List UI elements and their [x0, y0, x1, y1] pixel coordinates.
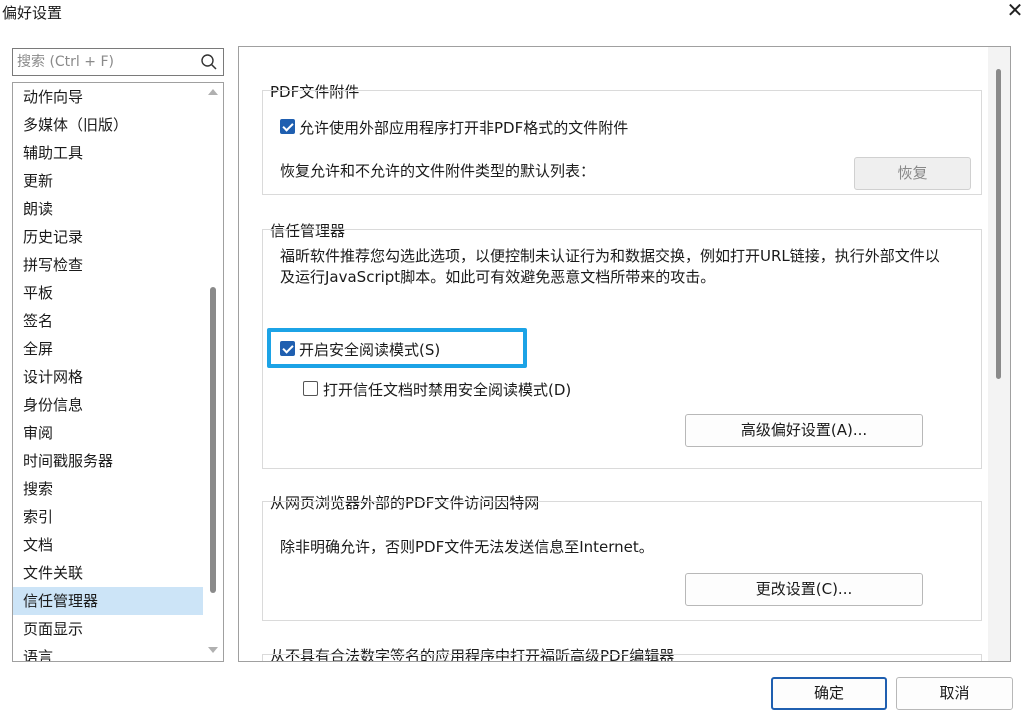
category-item[interactable]: 辅助工具: [13, 139, 203, 167]
title-bar: 偏好设置 ✕: [0, 0, 1030, 24]
category-scrollbar[interactable]: [203, 83, 223, 661]
scroll-up-icon[interactable]: [208, 89, 218, 95]
ok-button[interactable]: 确定: [771, 677, 887, 710]
allow-attachments-checkbox[interactable]: [280, 119, 295, 134]
scroll-down-icon[interactable]: [208, 647, 218, 653]
settings-scroll-thumb[interactable]: [996, 69, 1001, 379]
category-item[interactable]: 朗读: [13, 195, 203, 223]
category-item[interactable]: 动作向导: [13, 83, 203, 111]
category-item[interactable]: 签名: [13, 307, 203, 335]
category-item[interactable]: 搜索: [13, 475, 203, 503]
category-item[interactable]: 审阅: [13, 419, 203, 447]
settings-panel: PDF文件附件 允许使用外部应用程序打开非PDF格式的文件附件 恢复允许和不允许…: [238, 46, 1011, 662]
group-unsigned-apps: [262, 654, 982, 661]
trust-manager-description: 福昕软件推荐您勾选此选项，以便控制未认证行为和数据交换，例如打开URL链接，执行…: [280, 247, 940, 286]
category-item[interactable]: 更新: [13, 167, 203, 195]
category-items: 动作向导 多媒体（旧版） 辅助工具 更新 朗读 历史记录 拼写检查 平板 签名 全屏 设计网格 身份信…: [13, 83, 203, 661]
category-item[interactable]: 设计网格: [13, 363, 203, 391]
safe-mode-checkbox[interactable]: [280, 341, 295, 356]
category-item[interactable]: 页面显示: [13, 615, 203, 643]
change-settings-button[interactable]: 更改设置(C)...: [685, 573, 923, 606]
category-list[interactable]: 动作向导 多媒体（旧版） 辅助工具 更新 朗读 历史记录 拼写检查 平板 签名 全屏 设计网格 身份信…: [12, 82, 224, 662]
search-icon[interactable]: [200, 53, 218, 71]
disable-safe-mode-checkbox[interactable]: [303, 381, 318, 396]
category-item[interactable]: 语言: [13, 643, 203, 661]
cancel-button[interactable]: 取消: [896, 677, 1013, 710]
category-item[interactable]: 信任管理器: [13, 587, 203, 615]
category-item[interactable]: 平板: [13, 279, 203, 307]
restore-text: 恢复允许和不允许的文件附件类型的默认列表：: [280, 162, 596, 180]
category-item[interactable]: 文件关联: [13, 559, 203, 587]
scroll-thumb[interactable]: [210, 287, 216, 593]
category-item[interactable]: 全屏: [13, 335, 203, 363]
window-title: 偏好设置: [2, 4, 63, 22]
category-item[interactable]: 文档: [13, 531, 203, 559]
category-item[interactable]: 历史记录: [13, 223, 203, 251]
search-box: [12, 48, 224, 76]
internet-access-description: 除非明确允许，否则PDF文件无法发送信息至Internet。: [280, 538, 654, 556]
advanced-preferences-button[interactable]: 高级偏好设置(A)...: [685, 414, 923, 447]
close-icon[interactable]: ✕: [1004, 0, 1026, 21]
category-item[interactable]: 拼写检查: [13, 251, 203, 279]
allow-attachments-label[interactable]: 允许使用外部应用程序打开非PDF格式的文件附件: [299, 117, 628, 138]
category-item[interactable]: 多媒体（旧版）: [13, 111, 203, 139]
restore-button[interactable]: 恢复: [854, 157, 971, 190]
category-item[interactable]: 时间戳服务器: [13, 447, 203, 475]
category-item[interactable]: 索引: [13, 503, 203, 531]
disable-safe-mode-label[interactable]: 打开信任文档时禁用安全阅读模式(D): [323, 379, 571, 400]
search-input[interactable]: [13, 49, 193, 75]
category-item[interactable]: 身份信息: [13, 391, 203, 419]
settings-scrollbar[interactable]: [988, 47, 1010, 661]
safe-mode-label[interactable]: 开启安全阅读模式(S): [299, 339, 440, 360]
